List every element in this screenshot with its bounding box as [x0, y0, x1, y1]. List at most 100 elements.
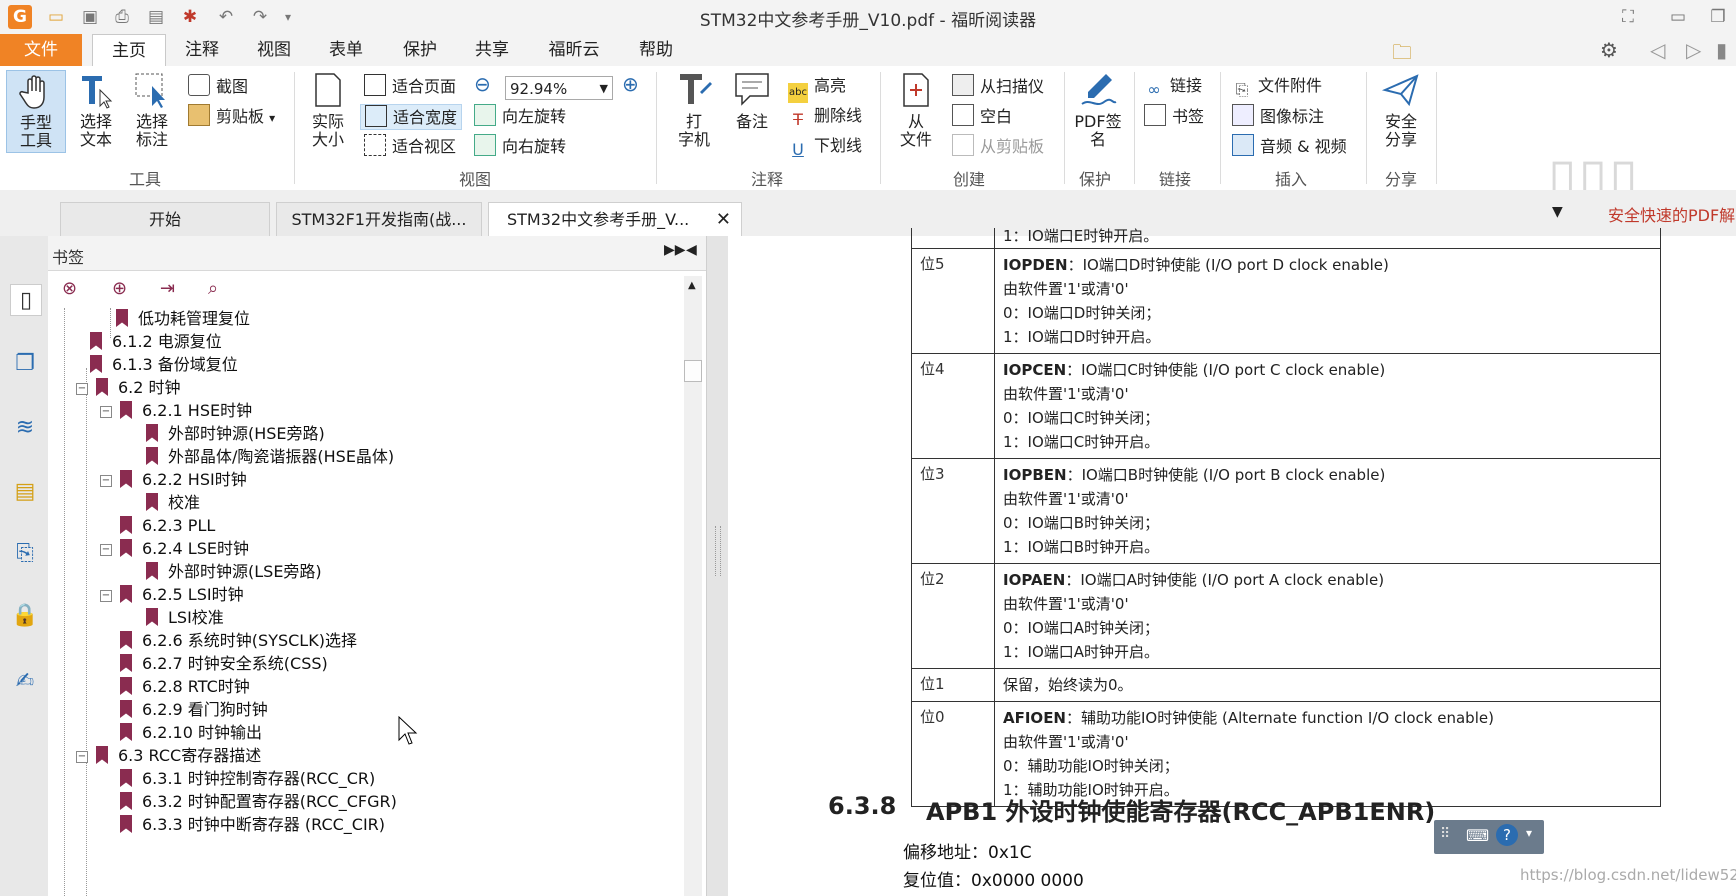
hand-tool-button[interactable]: 手型 工具 [6, 70, 66, 153]
clipboard-button[interactable]: 剪贴板 ▾ [188, 104, 275, 128]
security-lock-icon[interactable]: 🔒 [10, 600, 40, 630]
tab-protect[interactable]: 保护 [394, 34, 446, 66]
underline-button[interactable]: U 下划线 [788, 134, 862, 159]
fit-page-button[interactable]: 适合页面 [364, 74, 456, 98]
tab-file[interactable]: 文件 [0, 34, 82, 66]
expand-panel-icon[interactable]: ▶▶ [664, 242, 686, 258]
tab-form[interactable]: 表单 [320, 34, 372, 66]
zoom-in-icon[interactable]: ⊕ [622, 72, 639, 96]
bookmark-item[interactable]: LSI校准 [146, 607, 224, 629]
bookmark-item[interactable]: 校准 [146, 492, 200, 514]
typewriter-button[interactable]: 打 字机 [668, 70, 720, 149]
select-annotation-button[interactable]: 选择 标注 [126, 70, 178, 149]
bookmark-item[interactable]: 6.3.1 时钟控制寄存器(RCC_CR) [120, 768, 375, 790]
fit-visible-button[interactable]: 适合视区 [364, 134, 456, 158]
tab-list-dropdown-icon[interactable]: ▼ [1552, 204, 1563, 220]
tab-help[interactable]: 帮助 [630, 34, 682, 66]
scroll-up-icon[interactable]: ▲ [688, 280, 696, 291]
bookmark-item[interactable]: 6.2.8 RTC时钟 [120, 676, 250, 698]
select-text-button[interactable]: 选择 文本 [70, 70, 122, 149]
collapse-toggle[interactable]: − [100, 544, 112, 556]
from-clipboard-button[interactable]: 从剪贴板 [952, 134, 1044, 158]
settings-gear-icon[interactable]: ⚙ [1600, 38, 1618, 62]
link-button[interactable]: ∞ 链接 [1144, 74, 1202, 99]
tab-view[interactable]: 视图 [248, 34, 300, 66]
promote-bookmark-icon[interactable]: ⇥ [160, 278, 186, 302]
rotate-right-button[interactable]: 向右旋转 [474, 134, 566, 158]
fit-width-button[interactable]: 适合宽度 [360, 104, 463, 130]
fullscreen-icon[interactable]: ⛶ [1616, 5, 1640, 29]
bookmark-item[interactable]: 外部时钟源(LSE旁路) [146, 561, 322, 583]
bookmarks-panel-icon[interactable]: ▯ [10, 284, 42, 316]
bookmark-item[interactable]: 外部时钟源(HSE旁路) [146, 423, 325, 445]
comments-panel-icon[interactable]: ▤ [10, 476, 40, 506]
keyboard-icon[interactable]: ⌨ [1466, 826, 1489, 845]
doc-tab-manual[interactable]: STM32中文参考手册_V... ✕ [488, 202, 742, 236]
bookmark-item[interactable]: 6.2.1 HSE时钟 [120, 400, 252, 422]
bookmark-item[interactable]: 6.2 时钟 [96, 377, 181, 399]
help-icon[interactable]: ? [1496, 824, 1518, 846]
forward-arrow-icon[interactable]: ▷ [1686, 38, 1701, 62]
user-icon[interactable]: ▮ [1716, 38, 1727, 62]
collapse-toggle[interactable]: − [100, 590, 112, 602]
bookmark-item[interactable]: 6.2.6 系统时钟(SYSCLK)选择 [120, 630, 357, 652]
tab-share[interactable]: 共享 [466, 34, 518, 66]
bookmark-item[interactable]: 6.3.3 时钟中断寄存器 (RCC_CIR) [120, 814, 385, 836]
layers-panel-icon[interactable]: ≋ [10, 412, 40, 442]
secure-share-button[interactable]: 安全 分享 [1376, 70, 1426, 149]
bookmark-item[interactable]: 外部晶体/陶瓷谐振器(HSE晶体) [146, 446, 394, 468]
note-button[interactable]: 备注 [726, 70, 778, 131]
audio-video-button[interactable]: 音频 & 视频 [1232, 134, 1347, 158]
bookmark-item[interactable]: 6.2.5 LSI时钟 [120, 584, 244, 606]
collapse-panel-icon[interactable]: ◀ [686, 242, 697, 258]
bookmark-scrollbar[interactable]: ▲ [684, 276, 702, 896]
delete-bookmark-icon[interactable]: ⊗ [62, 278, 88, 302]
zoom-select[interactable]: 92.94% ▼ [505, 76, 613, 100]
back-arrow-icon[interactable]: ◁ [1650, 38, 1665, 62]
bookmark-item[interactable]: 低功耗管理复位 [116, 308, 250, 330]
bookmark-item[interactable]: 6.1.2 电源复位 [90, 331, 222, 353]
tab-home[interactable]: 主页 [92, 34, 166, 68]
bookmark-item[interactable]: 6.3.2 时钟配置寄存器(RCC_CFGR) [120, 791, 397, 813]
document-view[interactable]: 1：IO端口E时钟开启。 位5 IOPDEN：IO端口D时钟使能 (I/O po… [728, 228, 1736, 896]
floating-toolbar[interactable]: ⠿ ⌨ ? ▾ [1434, 820, 1544, 854]
tab-foxit-cloud[interactable]: 福昕云 [540, 34, 608, 66]
create-from-file-button[interactable]: 从 文件 [890, 70, 942, 149]
bookmark-item[interactable]: 6.2.3 PLL [120, 515, 215, 537]
toolbar-menu-icon[interactable]: ▾ [1526, 826, 1532, 840]
highlight-button[interactable]: abc 高亮 [788, 74, 846, 103]
blank-button[interactable]: 空白 [952, 104, 1012, 128]
bookmark-item[interactable]: 6.2.10 时钟输出 [120, 722, 262, 744]
find-bookmark-icon[interactable]: ⌕ [208, 278, 234, 302]
collapse-toggle[interactable]: − [100, 475, 112, 487]
image-annotation-button[interactable]: 图像标注 [1232, 104, 1324, 128]
collapse-toggle[interactable]: − [76, 383, 88, 395]
doc-tab-start[interactable]: 开始 [60, 202, 270, 236]
file-attachment-button[interactable]: ⎘ 文件附件 [1232, 74, 1322, 99]
pages-panel-icon[interactable]: ❐ [10, 348, 40, 378]
screenshot-button[interactable]: 截图 [188, 74, 248, 98]
actual-size-button[interactable]: 实际 大小 [302, 70, 354, 149]
promo-text[interactable]: 安全快速的PDF解 [1608, 202, 1735, 226]
pdf-sign-button[interactable]: PDF签 名 [1070, 70, 1126, 149]
close-tab-icon[interactable]: ✕ [716, 203, 731, 237]
minimize-icon[interactable]: ▭ [1666, 5, 1690, 29]
collapse-toggle[interactable]: − [76, 751, 88, 763]
bookmark-item[interactable]: 6.3 RCC寄存器描述 [96, 745, 261, 767]
tab-comment[interactable]: 注释 [176, 34, 228, 66]
bookmark-item[interactable]: 6.2.2 HSI时钟 [120, 469, 247, 491]
strikethrough-button[interactable]: T 删除线 [788, 104, 862, 129]
bookmark-item[interactable]: 6.2.4 LSE时钟 [120, 538, 249, 560]
rotate-left-button[interactable]: 向左旋转 [474, 104, 566, 128]
scrollbar-thumb[interactable] [684, 360, 702, 382]
signature-panel-icon[interactable]: ✍ [10, 666, 40, 696]
restore-icon[interactable]: ❐ [1706, 5, 1730, 29]
bookmark-item[interactable]: 6.2.7 时钟安全系统(CSS) [120, 653, 328, 675]
from-scanner-button[interactable]: 从扫描仪 [952, 74, 1044, 98]
doc-tab-guide[interactable]: STM32F1开发指南(战... [276, 202, 482, 236]
bookmark-item[interactable]: 6.2.9 看门狗时钟 [120, 699, 268, 721]
collapse-toggle[interactable]: − [100, 406, 112, 418]
panel-splitter[interactable] [706, 236, 730, 896]
add-bookmark-icon[interactable]: ⊕ [112, 278, 138, 302]
bookmark-item[interactable]: 6.1.3 备份域复位 [90, 354, 238, 376]
